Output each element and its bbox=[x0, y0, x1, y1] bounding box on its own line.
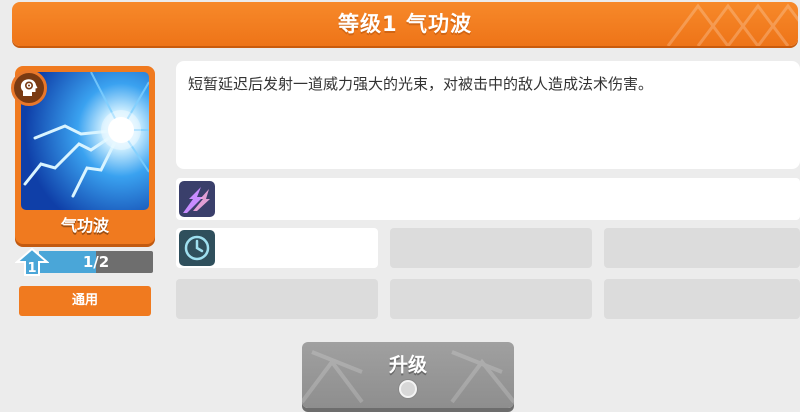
skill-tag-button[interactable]: 通用 bbox=[19, 286, 151, 316]
stat-row-damage bbox=[176, 178, 800, 220]
stat-cell-empty bbox=[390, 228, 592, 268]
skill-description-panel: 短暂延迟后发射一道威力强大的光束，对被击中的敌人造成法术伤害。 bbox=[176, 61, 800, 169]
page-title: 等级1 气功波 bbox=[338, 12, 472, 36]
stat-cell-empty bbox=[176, 279, 378, 319]
level-progress-text: 1/2 bbox=[82, 253, 110, 271]
stat-cell-empty bbox=[604, 228, 800, 268]
energy-burst-icon bbox=[179, 181, 215, 217]
coin-icon bbox=[399, 380, 417, 398]
stat-cell-cooldown bbox=[176, 228, 378, 268]
skill-description-text: 短暂延迟后发射一道威力强大的光束，对被击中的敌人造成法术伤害。 bbox=[188, 75, 654, 93]
clock-icon bbox=[179, 230, 215, 266]
level-up-arrow-icon: 1 bbox=[15, 248, 49, 276]
upgrade-button[interactable]: 升级 bbox=[302, 342, 514, 408]
title-bar: 等级1 气功波 bbox=[12, 2, 798, 46]
stat-cell-empty bbox=[390, 279, 592, 319]
skill-name: 气功波 bbox=[60, 216, 109, 235]
upgrade-button-label: 升级 bbox=[388, 354, 427, 376]
level-badge-number: 1 bbox=[27, 261, 36, 276]
skill-level-bar: 1/2 1 bbox=[15, 248, 153, 276]
brain-head-icon bbox=[11, 70, 47, 106]
stat-cell-empty bbox=[604, 279, 800, 319]
